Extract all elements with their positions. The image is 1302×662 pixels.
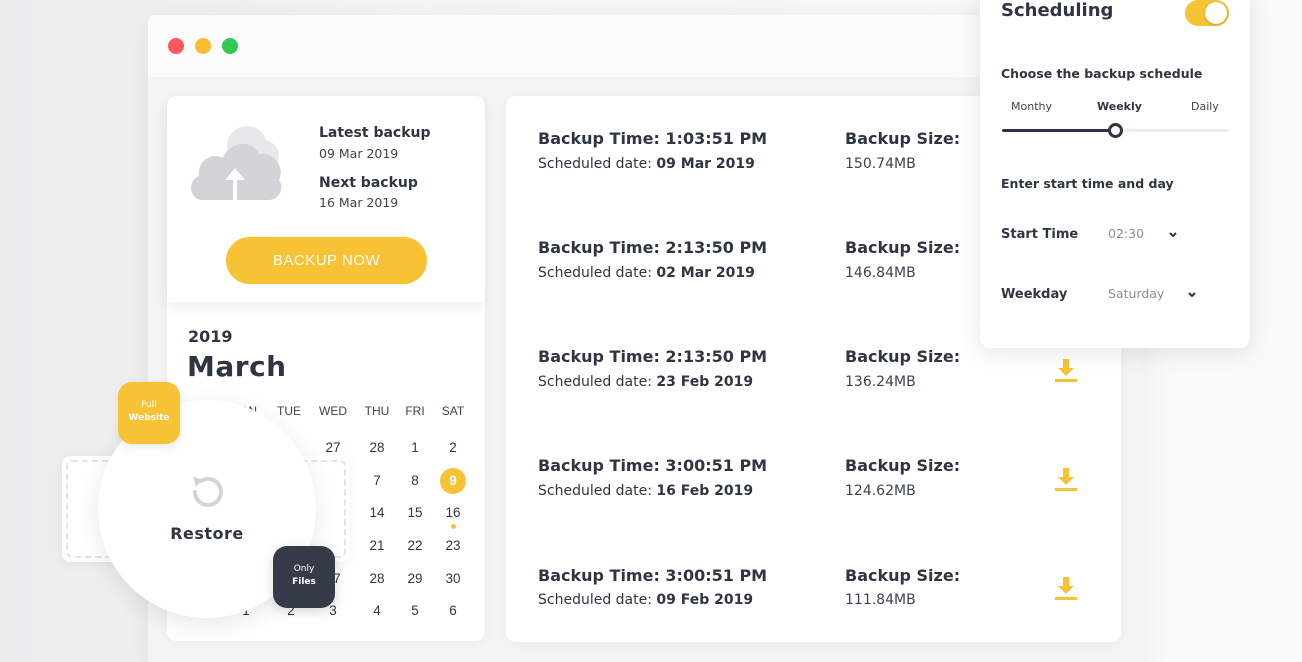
calendar-day[interactable]: 7 [357, 470, 397, 492]
event-day-number: 16 [445, 505, 461, 520]
calendar-month: March [187, 350, 287, 383]
start-time-label: Start Time [1001, 227, 1079, 242]
start-heading: Enter start time and day [1001, 176, 1174, 191]
close-window-button[interactable] [168, 38, 184, 54]
weekday-header: SAT [441, 404, 465, 418]
calendar-day-selected[interactable]: 9 [433, 468, 473, 494]
toggle-knob [1205, 2, 1227, 24]
calendar-day[interactable]: 8 [395, 470, 435, 492]
latest-backup-label: Latest backup [319, 125, 431, 141]
backup-size: 111.84MB [845, 592, 916, 608]
frequency-monthly[interactable]: Monthy [1011, 100, 1052, 113]
only-files-option[interactable]: Only Files [273, 546, 335, 608]
cloud-upload-icon [185, 122, 287, 206]
scheduled-date: Scheduled date: 09 Mar 2019 [538, 156, 755, 172]
calendar-day[interactable]: 28 [357, 437, 397, 459]
calendar-day[interactable]: 14 [357, 502, 397, 524]
calendar-day[interactable]: 6 [433, 600, 473, 622]
slider-fill [1002, 129, 1116, 132]
latest-backup-date: 09 Mar 2019 [319, 146, 399, 161]
backup-size-label: Backup Size: [845, 566, 961, 585]
weekday-header: WED [319, 404, 347, 418]
backup-size-label: Backup Size: [845, 456, 961, 475]
weekday-header: THU [364, 404, 390, 418]
backup-time: Backup Time: 2:13:50 PM [538, 347, 768, 366]
calendar-day[interactable]: 23 [433, 535, 473, 557]
backup-size-label: Backup Size: [845, 347, 961, 366]
backup-summary: Latest backup 09 Mar 2019 Next backup 16… [167, 96, 485, 302]
backup-size: 150.74MB [845, 156, 916, 172]
event-dot [451, 524, 456, 529]
selected-day-number: 9 [440, 468, 466, 494]
backup-time: Backup Time: 3:00:51 PM [538, 456, 768, 475]
full-website-line1: Full [141, 400, 157, 410]
scheduled-date: Scheduled date: 02 Mar 2019 [538, 265, 755, 281]
download-icon[interactable] [1053, 466, 1079, 492]
backup-size: 146.84MB [845, 265, 916, 281]
chevron-down-icon[interactable] [1187, 290, 1197, 300]
download-icon[interactable] [1053, 357, 1079, 383]
schedule-heading: Choose the backup schedule [1001, 66, 1203, 81]
scheduled-date: Scheduled date: 16 Feb 2019 [538, 483, 754, 499]
calendar-day-event[interactable]: 16 [433, 502, 473, 529]
start-time-select[interactable]: 02:30 [1108, 226, 1144, 241]
weekday-label: Weekday [1001, 287, 1068, 302]
full-website-line2: Website [128, 413, 170, 423]
scheduling-toggle[interactable] [1185, 0, 1229, 26]
restore-icon [185, 470, 229, 514]
chevron-down-icon[interactable] [1168, 230, 1178, 240]
weekday-select[interactable]: Saturday [1108, 286, 1164, 301]
calendar-day[interactable]: 29 [395, 568, 435, 590]
calendar-day[interactable]: 1 [395, 437, 435, 459]
calendar-day[interactable]: 15 [395, 502, 435, 524]
calendar-year: 2019 [188, 327, 233, 346]
download-icon[interactable] [1053, 575, 1079, 601]
frequency-weekly[interactable]: Weekly [1097, 100, 1142, 113]
calendar-day[interactable]: 22 [395, 535, 435, 557]
only-files-line2: Files [292, 577, 316, 587]
calendar-day[interactable]: 5 [395, 600, 435, 622]
weekday-header: TUE [277, 404, 301, 418]
backup-size-label: Backup Size: [845, 238, 961, 257]
backup-size-label: Backup Size: [845, 129, 961, 148]
scheduling-panel: Scheduling Choose the backup schedule Mo… [980, 0, 1250, 348]
backup-now-button[interactable]: BACKUP NOW [226, 237, 427, 284]
backup-time: Backup Time: 1:03:51 PM [538, 129, 768, 148]
next-backup-label: Next backup [319, 175, 418, 191]
calendar-day[interactable]: 28 [357, 568, 397, 590]
minimize-window-button[interactable] [195, 38, 211, 54]
backup-size: 124.62MB [845, 483, 916, 499]
calendar-day[interactable]: 2 [433, 437, 473, 459]
only-files-line1: Only [293, 564, 315, 574]
full-website-option[interactable]: Full Website [118, 382, 180, 444]
backup-time: Backup Time: 3:00:51 PM [538, 566, 768, 585]
scheduled-date: Scheduled date: 09 Feb 2019 [538, 592, 754, 608]
calendar-day[interactable]: 4 [357, 600, 397, 622]
backup-size: 136.24MB [845, 374, 916, 390]
scheduled-date: Scheduled date: 23 Feb 2019 [538, 374, 754, 390]
weekday-header: FRI [405, 404, 425, 418]
calendar-day[interactable]: 30 [433, 568, 473, 590]
backup-time: Backup Time: 2:13:50 PM [538, 238, 768, 257]
maximize-window-button[interactable] [222, 38, 238, 54]
next-backup-date: 16 Mar 2019 [319, 195, 399, 210]
calendar-day[interactable]: 21 [357, 535, 397, 557]
slider-handle[interactable] [1108, 123, 1123, 138]
frequency-daily[interactable]: Daily [1191, 100, 1219, 113]
scheduling-title: Scheduling [1001, 0, 1114, 21]
restore-label: Restore [170, 524, 244, 543]
